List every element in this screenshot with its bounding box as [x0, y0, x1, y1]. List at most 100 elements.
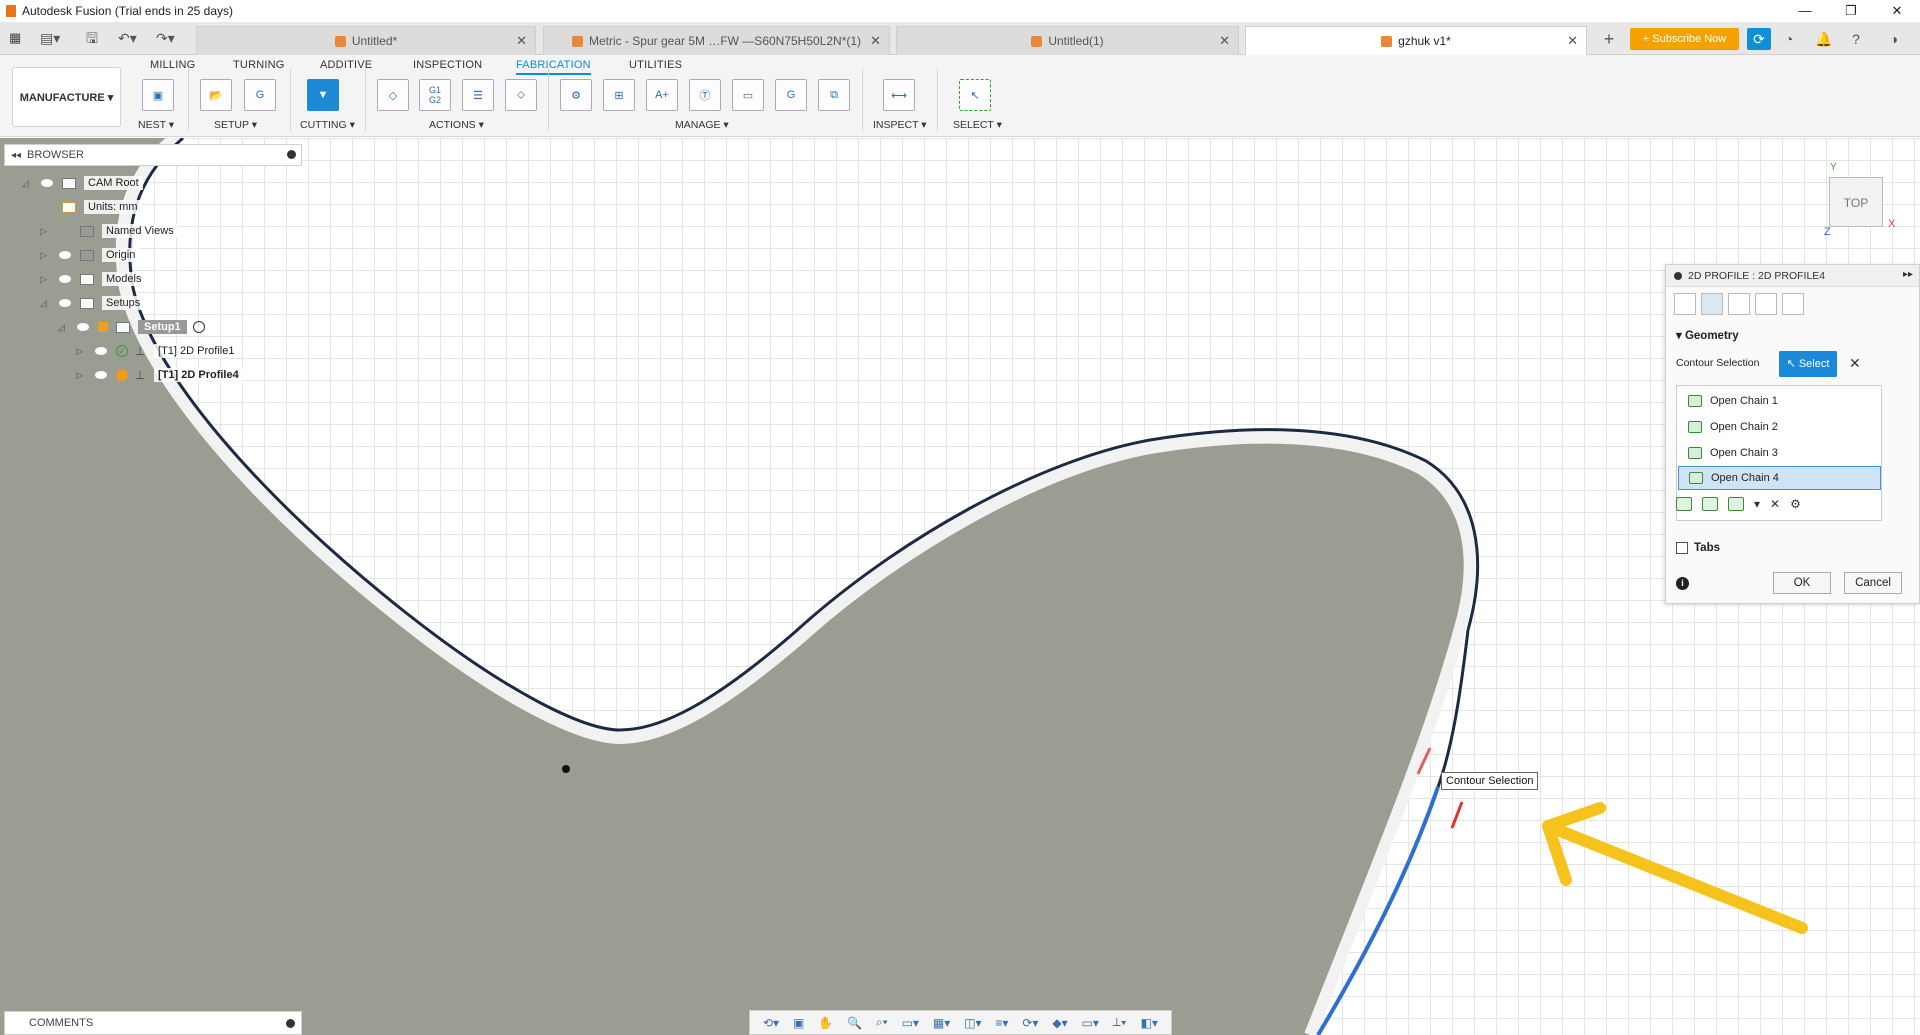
tree-item-setups[interactable]: ◿ Setups	[40, 293, 145, 313]
grid-settings-icon[interactable]: ▦▾	[933, 1016, 950, 1030]
expand-triangle-icon[interactable]: ▷	[40, 226, 50, 237]
activate-target-icon[interactable]	[192, 321, 205, 333]
clear-selection-icon[interactable]: ✕	[1849, 355, 1861, 372]
contour-select-button[interactable]: ↖ Select	[1779, 351, 1837, 377]
select-window-icon[interactable]: ↖	[959, 79, 991, 111]
manage-tool-1-icon[interactable]: ⚙	[560, 79, 592, 111]
tab-linking-icon[interactable]	[1782, 293, 1804, 315]
visibility-eye-icon[interactable]	[58, 298, 72, 308]
new-tab-button[interactable]: +	[1597, 28, 1621, 52]
nest-group-label[interactable]: NEST ▾	[138, 119, 174, 131]
tree-item-profile1[interactable]: ▷ ✓ ⟂ [T1] 2D Profile1	[76, 341, 239, 361]
chain-settings-gear-icon[interactable]: ⚙	[1790, 497, 1801, 511]
orbit-icon[interactable]: ⟲▾	[763, 1016, 779, 1030]
tree-item-named-views[interactable]: ▷ Named Views	[40, 221, 178, 241]
cancel-button[interactable]: Cancel	[1844, 572, 1902, 594]
geometry-section-heading[interactable]: ▾ Geometry	[1676, 328, 1739, 342]
expand-triangle-icon[interactable]: ▷	[76, 346, 86, 357]
notifications-icon[interactable]: 🔔	[1812, 28, 1836, 50]
expand-triangle-icon[interactable]: ▷	[40, 274, 50, 285]
tree-item-setup1[interactable]: ◿ Setup1	[58, 317, 205, 337]
visibility-eye-icon[interactable]	[40, 178, 54, 188]
close-tab-icon[interactable]: ✕	[1219, 33, 1230, 49]
help-icon[interactable]: ?	[1844, 28, 1868, 50]
tabs-checkbox[interactable]	[1676, 542, 1688, 554]
info-icon[interactable]: i	[1676, 577, 1689, 590]
comments-panel[interactable]: COMMENTS	[4, 1011, 302, 1035]
expand-triangle-icon[interactable]: ◿	[58, 322, 68, 333]
list-item-open-chain-3[interactable]: Open Chain 3	[1678, 441, 1881, 465]
tool-display-icon[interactable]: ⟂▾	[1113, 1015, 1127, 1030]
close-tab-icon[interactable]: ✕	[516, 33, 527, 49]
select-group-label[interactable]: SELECT ▾	[953, 119, 1002, 131]
expand-triangle-icon[interactable]: ▷	[40, 250, 50, 261]
viewports-icon[interactable]: ◫▾	[964, 1016, 981, 1030]
machine-library-icon[interactable]: ▭	[732, 79, 764, 111]
zoom-icon[interactable]: 🔍	[847, 1016, 862, 1030]
actions-group-label[interactable]: ACTIONS ▾	[429, 119, 484, 131]
tab-heights-icon[interactable]	[1728, 293, 1750, 315]
tab-geometry-icon[interactable]	[1701, 293, 1723, 315]
workspace-switcher[interactable]: MANUFACTURE ▾	[12, 67, 121, 127]
visibility-eye-icon[interactable]	[58, 250, 72, 260]
measure-icon[interactable]: ⟷	[883, 79, 915, 111]
list-item-open-chain-1[interactable]: Open Chain 1	[1678, 389, 1881, 413]
extensions-icon[interactable]: ⟳	[1747, 28, 1771, 50]
setup-sheet-icon[interactable]: ☰	[462, 79, 494, 111]
dialog-pin-icon[interactable]	[1674, 271, 1682, 280]
tab-tool-icon[interactable]	[1674, 293, 1696, 315]
section-icon[interactable]: ≡▾	[995, 1016, 1008, 1030]
doc-tab-untitled-1[interactable]: Untitled(1) ✕	[896, 26, 1239, 55]
undo-icon[interactable]: ↶▾	[118, 30, 137, 46]
visibility-eye-icon[interactable]	[76, 322, 90, 332]
chain-options-dropdown-icon[interactable]: ▾	[1754, 497, 1760, 511]
visibility-eye-icon[interactable]	[94, 346, 108, 356]
expand-triangle-icon[interactable]: ▷	[76, 370, 86, 381]
tab-fabrication[interactable]: FABRICATION	[516, 59, 591, 75]
ok-button[interactable]: OK	[1773, 572, 1831, 594]
redo-icon[interactable]: ↷▾	[156, 30, 175, 46]
manage-group-label[interactable]: MANAGE ▾	[675, 119, 729, 131]
viewcube[interactable]: TOP	[1829, 177, 1883, 227]
file-menu-icon[interactable]: ▤▾	[40, 30, 60, 46]
visibility-eye-icon[interactable]	[94, 370, 108, 380]
zoom-window-icon[interactable]: ⌕▾	[876, 1015, 888, 1030]
post-process-icon[interactable]: G1 G2	[419, 79, 451, 111]
doc-tab-untitled[interactable]: Untitled* ✕	[196, 26, 536, 55]
close-tab-icon[interactable]: ✕	[870, 33, 881, 49]
stock-display-icon[interactable]: ◧▾	[1141, 1016, 1158, 1030]
close-tab-icon[interactable]: ✕	[1567, 33, 1578, 49]
cutting-2d-profile-icon[interactable]: ▼	[307, 79, 339, 111]
post-library-2-icon[interactable]: G	[775, 79, 807, 111]
camera-icon[interactable]: ▭▾	[1082, 1016, 1099, 1030]
maximize-button[interactable]: ❐	[1828, 0, 1874, 22]
save-icon[interactable]: 🖫	[86, 30, 98, 46]
close-window-button[interactable]: ✕	[1874, 0, 1920, 22]
profile-icon[interactable]: ◑	[1882, 28, 1906, 50]
section-collapse-icon[interactable]: ▾	[1676, 330, 1685, 342]
list-item-open-chain-2[interactable]: Open Chain 2	[1678, 415, 1881, 439]
template-library-icon[interactable]: ⧉	[818, 79, 850, 111]
tool-library-icon[interactable]: Ⓣ	[689, 79, 721, 111]
manage-tool-2-icon[interactable]: ⊞	[603, 79, 635, 111]
reverse-chain-icon[interactable]	[1728, 497, 1744, 511]
tab-inspection[interactable]: INSPECTION	[413, 59, 482, 71]
pan-icon[interactable]: ✋	[818, 1016, 833, 1030]
tree-item-origin[interactable]: ▷ Origin	[40, 245, 140, 265]
add-chain-icon[interactable]	[1676, 497, 1692, 511]
nc-program-icon[interactable]: G	[244, 79, 276, 111]
simulate-icon[interactable]: ◇	[377, 79, 409, 111]
inspect-group-label[interactable]: INSPECT ▾	[873, 119, 927, 131]
browser-pin-icon[interactable]	[287, 150, 296, 159]
job-status-icon[interactable]: ◔	[1777, 28, 1801, 50]
post-library-icon[interactable]: ⬦	[505, 79, 537, 111]
tabs-option[interactable]: Tabs	[1676, 542, 1720, 554]
cutting-group-label[interactable]: CUTTING ▾	[300, 119, 355, 131]
environment-icon[interactable]: ◆▾	[1052, 1016, 1067, 1030]
canvas-viewport[interactable]	[0, 138, 1920, 1035]
tree-item-units[interactable]: Units: mm	[62, 197, 142, 217]
expand-triangle-icon[interactable]: ◿	[22, 178, 32, 189]
doc-tab-spur-gear[interactable]: Metric - Spur gear 5M …FW —S60N75H50L2N*…	[543, 26, 890, 55]
refresh-icon[interactable]: ⟳▾	[1022, 1016, 1038, 1030]
edit-chain-icon[interactable]	[1702, 497, 1718, 511]
